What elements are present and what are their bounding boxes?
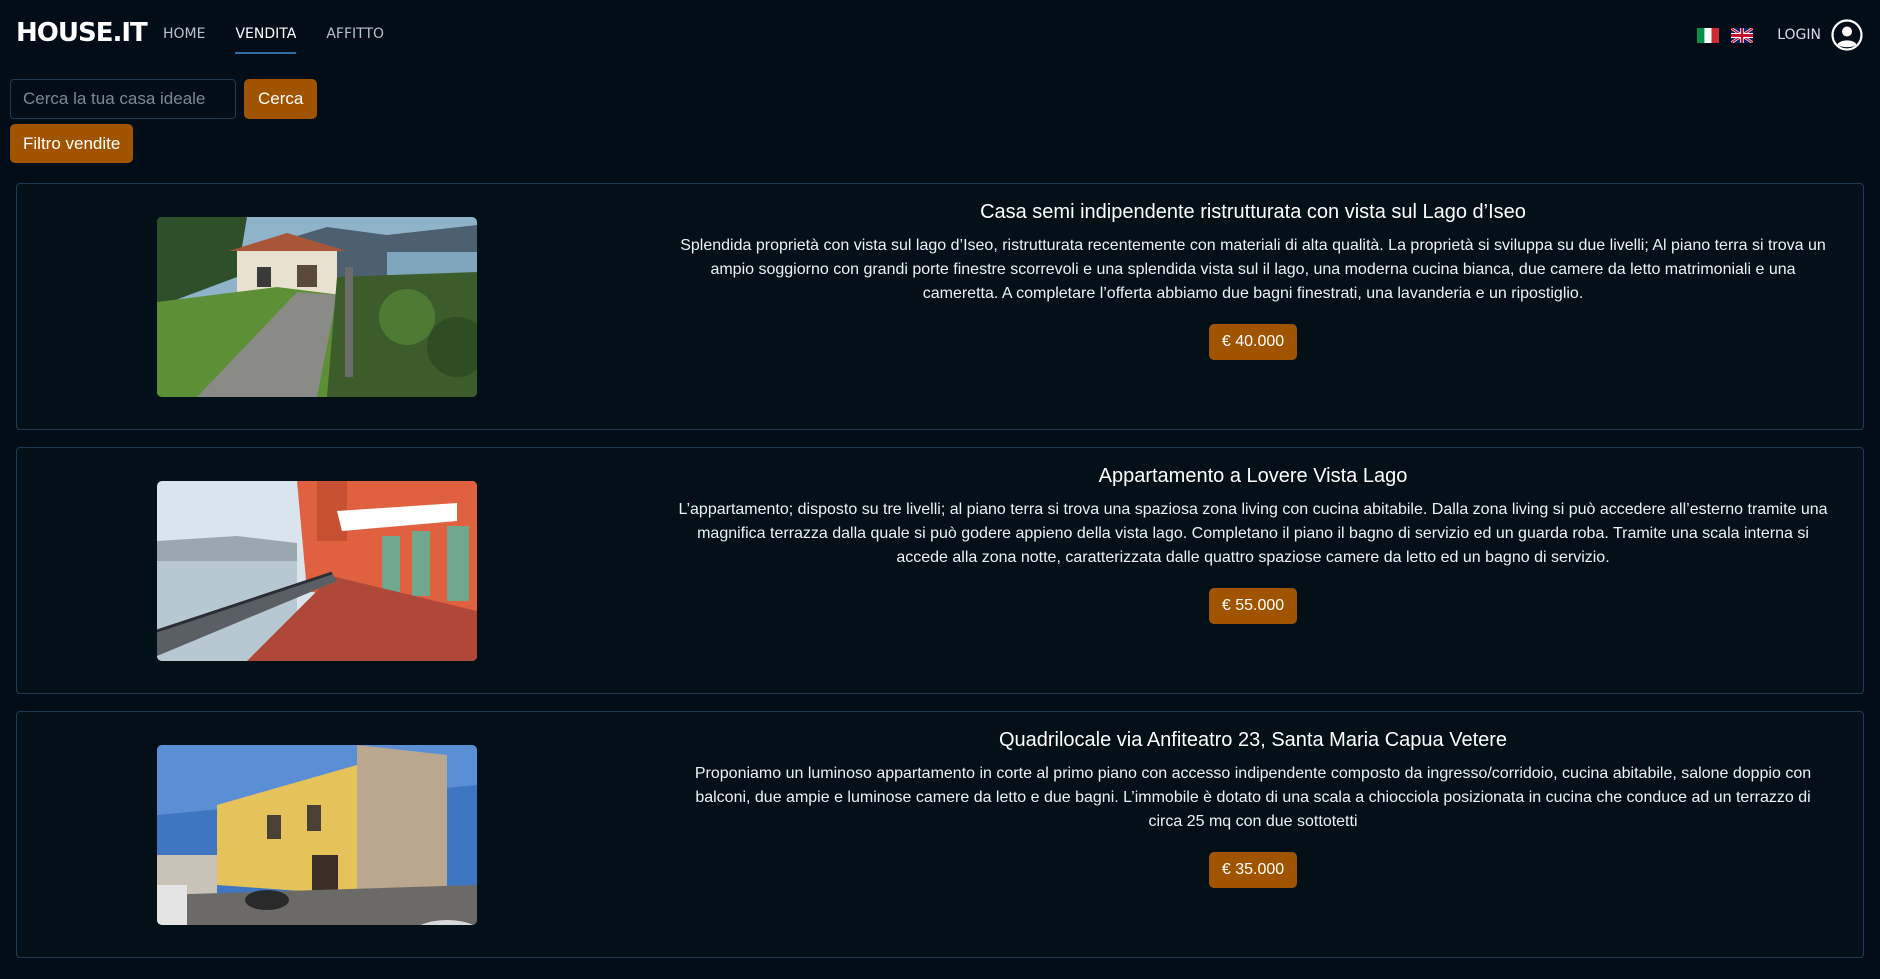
listing-title[interactable]: Appartamento a Lovere Vista Lago — [661, 465, 1845, 488]
nav-home-link[interactable]: HOME — [163, 26, 205, 54]
listing-body: Casa semi indipendente ristrutturata con… — [661, 201, 1845, 360]
listing-photo[interactable] — [157, 481, 477, 661]
search-input[interactable] — [10, 79, 236, 119]
nav-links: HOME VENDITA AFFITTO — [163, 26, 414, 54]
listing-price-button[interactable]: € 35.000 — [1208, 852, 1298, 888]
listing-card[interactable]: Quadrilocale via Anfiteatro 23, Santa Ma… — [16, 711, 1864, 958]
listing-body: Quadrilocale via Anfiteatro 23, Santa Ma… — [661, 729, 1845, 888]
user-circle-icon[interactable] — [1831, 19, 1863, 51]
brand-logo[interactable]: HOUSE.IT — [16, 18, 148, 48]
nav-affitto-link[interactable]: AFFITTO — [326, 26, 384, 54]
uk-flag-icon[interactable] — [1731, 27, 1754, 43]
listing-description: Splendida proprietà con vista sul lago d… — [680, 237, 1826, 302]
italian-flag-icon[interactable] — [1697, 27, 1720, 43]
listing-description: L’appartamento; disposto su tre livelli;… — [678, 501, 1828, 566]
listing-card[interactable]: Casa semi indipendente ristrutturata con… — [16, 183, 1864, 430]
nav-right: LOGIN — [1697, 19, 1863, 51]
navbar: HOUSE.IT HOME VENDITA AFFITTO LOGIN — [0, 0, 1880, 70]
listing-photo[interactable] — [157, 745, 477, 925]
listing-title[interactable]: Quadrilocale via Anfiteatro 23, Santa Ma… — [661, 729, 1845, 752]
login-link[interactable]: LOGIN — [1777, 27, 1821, 43]
listing-photo[interactable] — [157, 217, 477, 397]
listing-description: Proponiamo un luminoso appartamento in c… — [694, 765, 1812, 830]
listing-card[interactable]: Appartamento a Lovere Vista Lago L’appar… — [16, 447, 1864, 694]
nav-vendita-link[interactable]: VENDITA — [235, 26, 297, 54]
listing-title[interactable]: Casa semi indipendente ristrutturata con… — [661, 201, 1845, 224]
listings: Casa semi indipendente ristrutturata con… — [16, 183, 1864, 975]
search-bar: Cerca — [10, 79, 318, 119]
listing-price-button[interactable]: € 55.000 — [1208, 588, 1298, 624]
filter-sales-button[interactable]: Filtro vendite — [10, 124, 134, 163]
listing-body: Appartamento a Lovere Vista Lago L’appar… — [661, 465, 1845, 624]
listing-price-button[interactable]: € 40.000 — [1208, 324, 1298, 360]
search-button[interactable]: Cerca — [244, 79, 318, 119]
